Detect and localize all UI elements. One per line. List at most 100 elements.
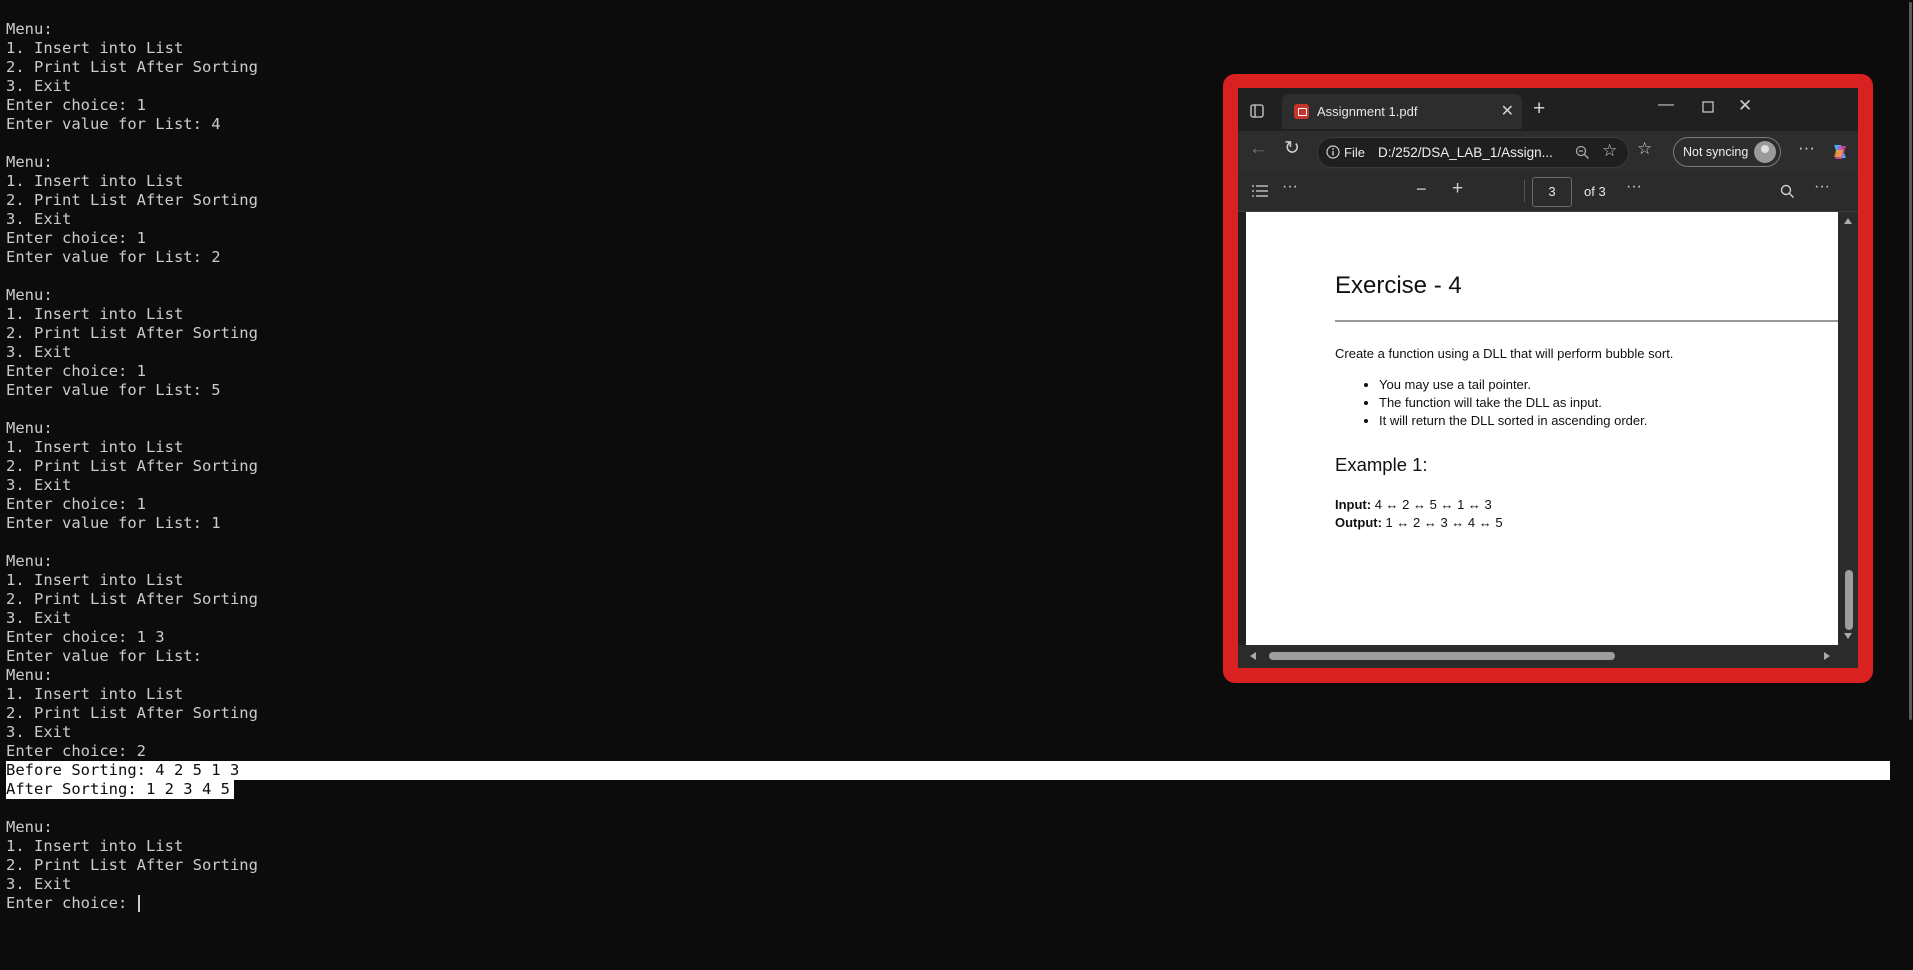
pdf-settings-more-icon[interactable]: ··· (1814, 178, 1830, 196)
page-number-input[interactable]: 3 (1532, 177, 1572, 207)
terminal-line: Enter value for List: 5 (6, 381, 221, 399)
tab-assignment-pdf[interactable]: Assignment 1.pdf ✕ (1282, 94, 1522, 129)
text-cursor (137, 895, 140, 912)
minimize-icon[interactable]: — (1658, 96, 1674, 114)
terminal-line: Enter choice: 1 (6, 229, 146, 247)
new-tab-icon[interactable]: + (1533, 97, 1545, 121)
terminal-line: 2. Print List After Sorting (6, 324, 258, 342)
scroll-left-icon[interactable] (1250, 652, 1256, 660)
search-icon[interactable] (1780, 184, 1795, 199)
terminal-line: Enter choice: 1 (6, 495, 146, 513)
example-input: Input: 4 ↔ 2 ↔ 5 ↔ 1 ↔ 3 (1335, 497, 1492, 512)
tab-actions-icon[interactable] (1250, 104, 1264, 118)
tab-title: Assignment 1.pdf (1317, 104, 1418, 119)
url-text[interactable]: D:/252/DSA_LAB_1/Assign... (1378, 145, 1553, 160)
pdf-more-icon[interactable]: ··· (1626, 178, 1642, 196)
terminal-line: Menu: (6, 286, 53, 304)
horizontal-scrollbar[interactable] (1238, 645, 1858, 668)
terminal-line: 1. Insert into List (6, 172, 184, 190)
terminal-line: 3. Exit (6, 343, 72, 361)
terminal-line: 2. Print List After Sorting (6, 457, 258, 475)
terminal-scrollbar[interactable] (1905, 0, 1913, 720)
terminal-line: 3. Exit (6, 77, 72, 95)
example-heading: Example 1: (1335, 454, 1428, 475)
terminal-line: Enter value for List: 1 (6, 514, 221, 532)
output-label: Output: (1335, 515, 1382, 530)
title-divider (1335, 320, 1838, 322)
address-bar[interactable]: File D:/252/DSA_LAB_1/Assign... ☆ (1317, 137, 1629, 168)
page-title: Exercise - 4 (1335, 272, 1462, 299)
terminal-line: 3. Exit (6, 723, 72, 741)
close-tab-icon[interactable]: ✕ (1501, 101, 1514, 121)
input-value: 4 ↔ 2 ↔ 5 ↔ 1 ↔ 3 (1371, 497, 1492, 512)
vertical-scrollbar-thumb[interactable] (1845, 570, 1853, 630)
requirements-list: You may use a tail pointer. The function… (1335, 376, 1647, 430)
profile-button[interactable]: Not syncing (1673, 137, 1781, 167)
zoom-in-button[interactable]: + (1452, 178, 1463, 200)
terminal-line: Enter choice: (6, 894, 137, 912)
refresh-icon[interactable]: ↻ (1284, 137, 1300, 160)
pdf-viewer[interactable]: Exercise - 4 Create a function using a D… (1246, 212, 1838, 645)
address-toolbar: ← ↻ File D:/252/DSA_LAB_1/Assign... ☆ ☆ … (1238, 131, 1858, 171)
list-item: The function will take the DLL as input. (1379, 394, 1647, 412)
horizontal-scrollbar-thumb[interactable] (1269, 652, 1615, 660)
terminal-line: Menu: (6, 666, 53, 684)
terminal-line: Enter value for List: (6, 647, 202, 665)
zoom-out-icon[interactable] (1575, 145, 1590, 160)
favorite-star-icon[interactable]: ☆ (1602, 141, 1617, 161)
terminal-line: Menu: (6, 419, 53, 437)
maximize-icon[interactable] (1702, 101, 1714, 113)
title-bar: Assignment 1.pdf ✕ + — ✕ (1238, 88, 1858, 131)
pdf-file-icon (1294, 104, 1309, 119)
table-of-contents-icon[interactable] (1252, 185, 1268, 197)
terminal-line: 1. Insert into List (6, 571, 184, 589)
vertical-scrollbar[interactable] (1838, 212, 1858, 645)
close-window-icon[interactable]: ✕ (1738, 96, 1752, 116)
avatar (1754, 141, 1776, 163)
scheme-label[interactable]: File (1344, 145, 1365, 160)
terminal-line: Enter choice: 2 (6, 742, 146, 760)
terminal-line: Before Sorting: 4 2 5 1 3 (6, 761, 1890, 780)
terminal-line: Enter choice: 1 (6, 96, 146, 114)
terminal-line: Menu: (6, 818, 53, 836)
terminal-line: 2. Print List After Sorting (6, 856, 258, 874)
scroll-up-icon[interactable] (1844, 218, 1852, 224)
terminal-line: 2. Print List After Sorting (6, 590, 258, 608)
terminal-line: 3. Exit (6, 875, 72, 893)
page-total: of 3 (1584, 184, 1606, 199)
terminal-line: 3. Exit (6, 476, 72, 494)
terminal-line: Enter choice: 1 3 (6, 628, 165, 646)
terminal-line: 1. Insert into List (6, 685, 184, 703)
terminal-line: Menu: (6, 20, 53, 38)
terminal-scrollbar-thumb[interactable] (1909, 2, 1912, 720)
terminal-line: Menu: (6, 552, 53, 570)
terminal-line: 2. Print List After Sorting (6, 191, 258, 209)
terminal-line: Menu: (6, 153, 53, 171)
terminal-line: 3. Exit (6, 609, 72, 627)
back-icon[interactable]: ← (1249, 138, 1268, 160)
exercise-description: Create a function using a DLL that will … (1335, 346, 1674, 361)
toolbar-divider (1524, 180, 1525, 202)
scroll-down-icon[interactable] (1844, 633, 1852, 639)
terminal-line: After Sorting: 1 2 3 4 5 (6, 780, 234, 799)
profile-button-label: Not syncing (1683, 145, 1749, 159)
copilot-icon[interactable] (1830, 142, 1850, 162)
list-item: It will return the DLL sorted in ascendi… (1379, 412, 1647, 430)
terminal-line: 2. Print List After Sorting (6, 704, 258, 722)
scroll-right-icon[interactable] (1824, 652, 1830, 660)
input-label: Input: (1335, 497, 1372, 512)
zoom-out-button[interactable]: − (1416, 179, 1427, 200)
more-options-icon[interactable]: ··· (1798, 138, 1815, 158)
output-value: 1 ↔ 2 ↔ 3 ↔ 4 ↔ 5 (1381, 515, 1503, 530)
terminal-line: 1. Insert into List (6, 305, 184, 323)
terminal-line: 2. Print List After Sorting (6, 58, 258, 76)
info-icon[interactable] (1326, 145, 1340, 159)
terminal-line: Enter value for List: 4 (6, 115, 221, 133)
favorites-icon[interactable]: ☆ (1637, 139, 1652, 159)
terminal-line: Enter value for List: 2 (6, 248, 221, 266)
terminal-line: 3. Exit (6, 210, 72, 228)
edge-browser-window[interactable]: Assignment 1.pdf ✕ + — ✕ ← ↻ File D:/252… (1238, 88, 1858, 668)
pdf-more-left-icon[interactable]: ··· (1282, 178, 1298, 196)
terminal-line: 1. Insert into List (6, 39, 184, 57)
list-item: You may use a tail pointer. (1379, 376, 1647, 394)
